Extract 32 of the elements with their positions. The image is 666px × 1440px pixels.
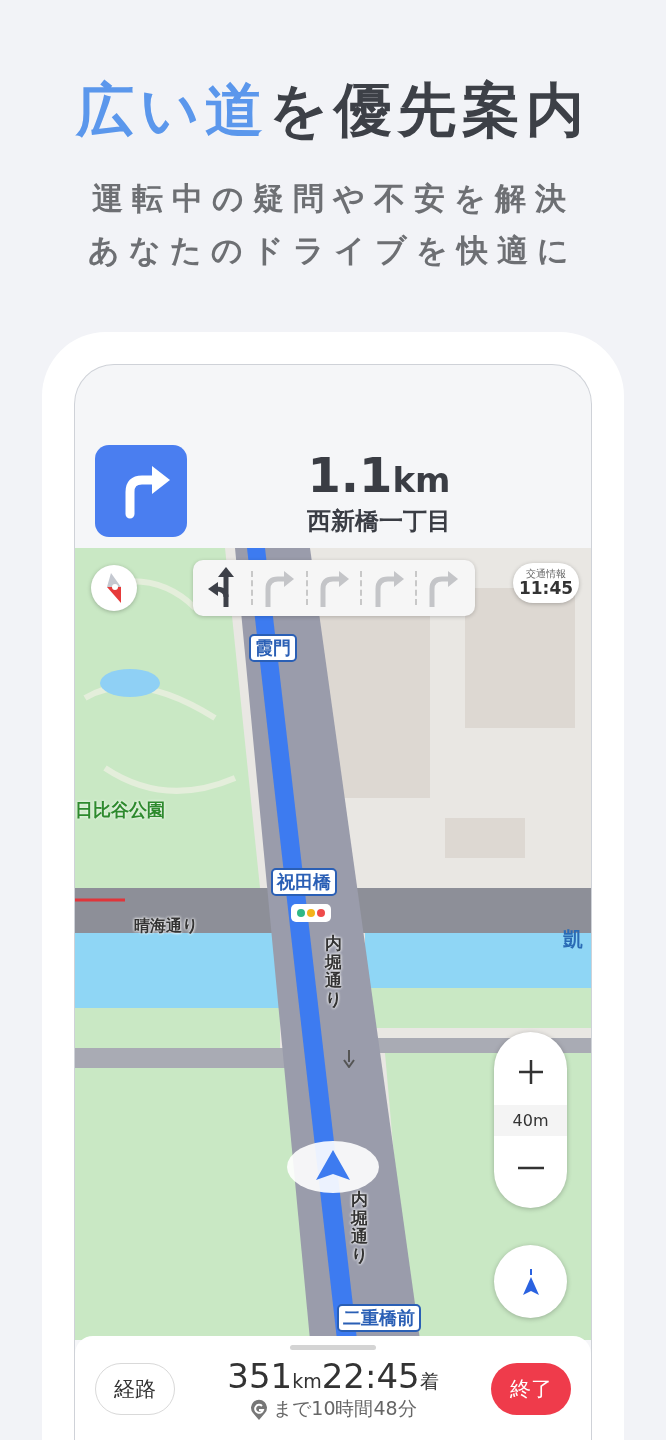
subtitle-line: 運転中の疑問や不安を解決 xyxy=(91,179,575,218)
distance-text: 1.1km xyxy=(307,447,451,503)
down-arrow-icon xyxy=(342,1050,356,1068)
road-label: 晴海通り xyxy=(134,916,198,937)
end-button[interactable]: 終了 xyxy=(491,1363,571,1415)
map-scale: 40m xyxy=(494,1104,567,1136)
place-sign: 祝田橋 xyxy=(271,868,337,896)
map-pin-icon xyxy=(249,1398,270,1420)
route-button[interactable]: 経路 xyxy=(95,1363,175,1415)
road-label: 内堀通り xyxy=(351,1190,368,1265)
park-label: 日比谷公園 xyxy=(75,798,165,822)
traffic-info-label: 交通情報 xyxy=(526,568,566,579)
road-label: 内堀通り xyxy=(325,934,342,1009)
traffic-info-time: 11:45 xyxy=(518,579,574,598)
heading-arrow-icon xyxy=(521,1268,540,1295)
traffic-info-button[interactable]: 交通情報 11:45 xyxy=(513,563,579,603)
traffic-light-icon xyxy=(291,904,331,922)
plus-icon xyxy=(516,1058,545,1086)
headline-highlight: 広い道 xyxy=(76,75,269,146)
compass-icon xyxy=(107,573,121,603)
headline-text: を優先案内 xyxy=(269,75,590,146)
subtitle-line: あなたのドライブを快適に xyxy=(88,231,578,270)
place-sign: 霞門 xyxy=(249,634,297,662)
sheet-handle[interactable] xyxy=(290,1345,376,1350)
place-name: 西新橋一丁目 xyxy=(307,506,451,537)
area-label: 凱 xyxy=(563,926,583,953)
place-sign: 二重橋前 xyxy=(337,1304,421,1332)
minus-icon xyxy=(517,1166,544,1170)
pond xyxy=(100,669,160,697)
remaining-time: まで10時間48分 xyxy=(273,1396,417,1421)
congestion-line xyxy=(75,898,125,902)
trip-summary: 351 km 22:45着 xyxy=(227,1356,439,1396)
